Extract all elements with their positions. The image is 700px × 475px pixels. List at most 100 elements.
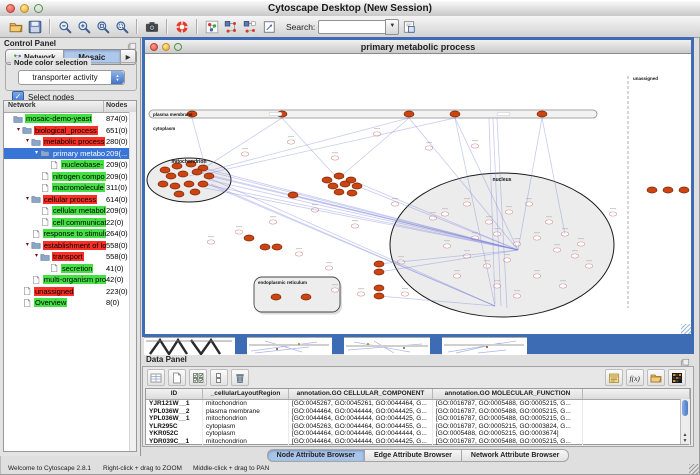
faint-node[interactable] xyxy=(533,274,541,278)
faint-node[interactable] xyxy=(493,232,501,236)
network-node[interactable] xyxy=(198,181,208,187)
network-node[interactable] xyxy=(260,244,270,250)
expander-icon[interactable]: ▾ xyxy=(24,242,31,249)
tree-row[interactable]: nucleobase-209(0) xyxy=(4,159,136,171)
tree-scrollbar[interactable] xyxy=(129,112,136,451)
faint-node[interactable] xyxy=(331,288,339,292)
delete-attribute-button[interactable] xyxy=(231,369,249,386)
network-node[interactable] xyxy=(170,183,180,189)
create-attribute-button[interactable] xyxy=(168,369,186,386)
tab-edge-attribute-browser[interactable]: Edge Attribute Browser xyxy=(365,449,462,462)
attribute-table-header[interactable]: ID_cellularLayoutRegionannotation.GO CEL… xyxy=(146,389,690,400)
tree-row[interactable]: Overview8(0) xyxy=(4,297,136,309)
faint-node[interactable] xyxy=(441,212,449,216)
table-import-button[interactable] xyxy=(240,17,259,36)
network-node[interactable] xyxy=(288,192,298,198)
tree-header[interactable]: Network Nodes xyxy=(4,101,136,113)
table-row[interactable]: YLR295Ccytoplasm[GO:0045263, GO:0044464,… xyxy=(146,423,690,431)
window-resize-grip[interactable] xyxy=(681,324,691,334)
network-edge[interactable] xyxy=(189,118,409,176)
faint-node[interactable] xyxy=(513,294,521,298)
faint-node[interactable] xyxy=(207,240,215,244)
label-button[interactable] xyxy=(605,369,623,386)
network-node[interactable] xyxy=(374,293,384,299)
tree-row[interactable]: cellular metabol209(0) xyxy=(4,205,136,217)
faint-node[interactable] xyxy=(585,264,593,268)
table-row[interactable]: YDR039C__1mitochondrion[GO:0044464, GO:0… xyxy=(146,438,690,446)
network-node[interactable] xyxy=(174,191,184,197)
faint-node[interactable] xyxy=(571,254,579,258)
save-button[interactable] xyxy=(25,17,44,36)
background-window-fragment[interactable] xyxy=(247,337,332,355)
network-node[interactable] xyxy=(679,187,689,193)
import-attributes-button[interactable] xyxy=(647,369,665,386)
expander-icon[interactable]: ▾ xyxy=(24,138,31,145)
network-node[interactable] xyxy=(272,244,282,250)
faint-node[interactable] xyxy=(351,224,359,228)
tree-row[interactable]: secretion41(0) xyxy=(4,263,136,275)
network-node[interactable] xyxy=(301,294,311,300)
tree-row[interactable]: ▾cellular process614(0) xyxy=(4,194,136,206)
network-node[interactable] xyxy=(204,173,214,179)
column-header[interactable]: ID xyxy=(146,389,203,399)
network-node[interactable] xyxy=(244,235,254,241)
faint-node[interactable] xyxy=(331,156,339,160)
network-node[interactable] xyxy=(647,187,657,193)
faint-node[interactable] xyxy=(401,292,409,296)
network-window-titlebar[interactable]: primary metabolic process xyxy=(145,40,691,54)
tree-row[interactable]: response to stimulu264(0) xyxy=(4,228,136,240)
column-header[interactable]: _cellularLayoutRegion xyxy=(203,389,289,399)
faint-node[interactable] xyxy=(485,220,493,224)
network-node[interactable] xyxy=(158,181,168,187)
region-plasma-membrane[interactable] xyxy=(149,110,597,118)
network-node[interactable] xyxy=(374,285,384,291)
scrollbar-thumb[interactable] xyxy=(682,400,688,416)
background-window-fragment[interactable] xyxy=(144,337,235,355)
network-node[interactable] xyxy=(352,183,362,189)
help-button[interactable] xyxy=(172,17,191,36)
network-node[interactable] xyxy=(374,269,384,275)
table-row[interactable]: YKR052Ccytoplasm[GO:0044464, GO:0044446,… xyxy=(146,430,690,438)
search-dropdown-button[interactable]: ▼ xyxy=(385,19,399,35)
network-import-button[interactable] xyxy=(221,17,240,36)
faint-node[interactable] xyxy=(545,220,553,224)
network-node[interactable] xyxy=(192,169,202,175)
network-canvas[interactable]: plasma membranecytoplasmmitochondrionnuc… xyxy=(145,54,691,334)
network-node[interactable] xyxy=(322,177,332,183)
network-node[interactable] xyxy=(340,181,350,187)
snapshot-button[interactable] xyxy=(142,17,161,36)
vizmapper-button[interactable] xyxy=(202,17,221,36)
table-row[interactable]: YPL036W__1mitochondrion[GO:0044464, GO:0… xyxy=(146,415,690,423)
tree-row[interactable]: nitrogen compo209(0) xyxy=(4,171,136,183)
network-node[interactable] xyxy=(334,173,344,179)
tab-node-attribute-browser[interactable]: Node Attribute Browser xyxy=(267,449,365,462)
network-node[interactable] xyxy=(166,173,176,179)
tree-row[interactable]: unassigned223(0) xyxy=(4,286,136,298)
annotation-button[interactable] xyxy=(259,17,278,36)
table-row[interactable]: YPL036W__2plasma membrane[GO:0044464, GO… xyxy=(146,408,690,416)
tree-row[interactable]: ▾biological_process651(0) xyxy=(4,125,136,137)
expander-icon[interactable]: ▾ xyxy=(33,253,40,260)
zoom-out-button[interactable] xyxy=(55,17,74,36)
faint-node[interactable] xyxy=(609,212,617,216)
tree-row[interactable]: macromolecule311(0) xyxy=(4,182,136,194)
network-node[interactable] xyxy=(178,171,188,177)
network-node[interactable] xyxy=(328,183,338,189)
batch-unselect-button[interactable] xyxy=(210,369,228,386)
matrix-button[interactable] xyxy=(668,369,686,386)
faint-node[interactable] xyxy=(325,266,333,270)
select-attributes-button[interactable] xyxy=(147,369,165,386)
faint-node[interactable] xyxy=(559,284,567,288)
zoom-in-button[interactable] xyxy=(74,17,93,36)
expander-icon[interactable]: ▾ xyxy=(15,127,22,134)
scrollbar-arrows[interactable]: ▲▼ xyxy=(681,432,689,444)
network-node[interactable] xyxy=(271,294,281,300)
faint-node[interactable] xyxy=(241,152,249,156)
app-resize-grip[interactable] xyxy=(689,464,699,474)
network-node[interactable] xyxy=(404,111,414,117)
faint-node[interactable] xyxy=(553,248,561,252)
network-node[interactable] xyxy=(374,261,384,267)
search-options-button[interactable] xyxy=(399,17,418,36)
faint-node[interactable] xyxy=(235,230,243,234)
tree-row[interactable]: ▾establishment of lo558(0) xyxy=(4,240,136,252)
